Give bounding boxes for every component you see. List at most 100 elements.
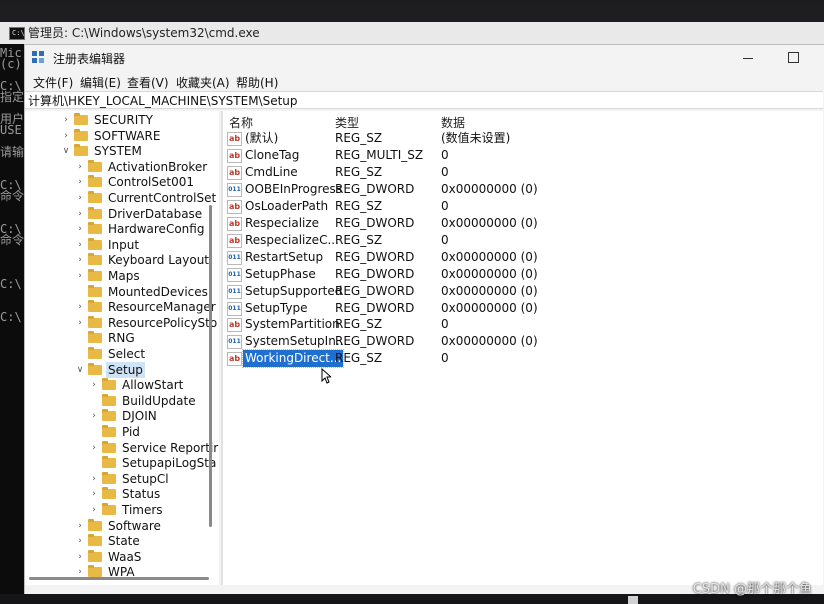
tree-item-label: ResourcePolicySto <box>108 315 218 330</box>
menu-view[interactable]: 查看(V) <box>127 74 169 91</box>
chevron-down-icon[interactable]: ∨ <box>61 143 71 159</box>
chevron-right-icon[interactable]: › <box>75 237 85 253</box>
chevron-right-icon[interactable]: › <box>89 408 99 424</box>
value-row[interactable]: ab SystemPartition REG_SZ 0 <box>223 316 823 333</box>
chevron-down-icon[interactable]: ∨ <box>75 362 85 378</box>
regedit-app-icon <box>32 51 45 64</box>
value-name: SetupType <box>245 300 308 315</box>
chevron-right-icon[interactable]: › <box>61 128 71 144</box>
menu-bar: 文件(F) 编辑(E) 查看(V) 收藏夹(A) 帮助(H) <box>25 71 824 91</box>
value-row[interactable]: ab CloneTag REG_MULTI_SZ 0 <box>223 147 823 164</box>
maximize-button[interactable] <box>777 45 811 71</box>
value-data: 0x00000000 (0) <box>441 283 538 298</box>
chevron-right-icon[interactable]: › <box>75 221 85 237</box>
folder-icon <box>88 565 102 578</box>
minimize-button[interactable] <box>731 45 765 71</box>
string-value-icon: ab <box>227 165 242 180</box>
chevron-right-icon[interactable]: › <box>89 502 99 518</box>
no-chevron <box>89 424 99 440</box>
value-row[interactable]: ab RespecializeC... REG_SZ 0 <box>223 232 823 249</box>
tree-horizontal-scrollbar[interactable] <box>29 577 209 580</box>
value-row[interactable]: 011 SystemSetupIn... REG_DWORD 0x00000000 (… <box>223 333 823 350</box>
address-bar[interactable]: 计算机\HKEY_LOCAL_MACHINE\SYSTEM\Setup <box>25 91 823 109</box>
value-row[interactable]: 011 SetupSupported REG_DWORD 0x00000000 (0) <box>223 283 823 300</box>
tree-item-label: Software <box>108 518 161 533</box>
no-chevron <box>75 346 85 362</box>
tree-item-label: Select <box>108 347 146 361</box>
chevron-right-icon[interactable]: › <box>89 440 99 456</box>
value-data: 0x00000000 (0) <box>441 266 538 281</box>
menu-edit[interactable]: 编辑(E) <box>80 74 121 91</box>
tree-item-label: Status <box>122 487 161 502</box>
tree-item-label: BuildUpdate <box>122 393 196 408</box>
chevron-right-icon[interactable]: › <box>89 377 99 393</box>
tree-item-label: ResourceManager <box>108 300 216 315</box>
menu-file[interactable]: 文件(F) <box>33 74 73 91</box>
folder-icon <box>74 113 88 125</box>
column-header-type[interactable]: 类型 <box>335 114 359 131</box>
tree-item-label: Input <box>108 237 140 252</box>
chevron-right-icon[interactable]: › <box>75 549 85 565</box>
values-list[interactable]: 名称 类型 数据 ab (默认) REG_SZ (数值未设置) ab CloneTag RE… <box>223 111 823 585</box>
cmd-line: 命令 <box>0 233 24 247</box>
value-row[interactable]: ab WorkingDirect... REG_SZ 0 <box>223 349 823 369</box>
stand-edge <box>628 596 638 604</box>
value-name: RespecializeC... <box>245 232 339 247</box>
no-chevron <box>75 284 85 300</box>
column-header-name[interactable]: 名称 <box>229 114 253 131</box>
value-type: REG_DWORD <box>335 249 415 264</box>
chevron-right-icon[interactable]: › <box>75 518 85 534</box>
regedit-titlebar[interactable]: 注册表编辑器 <box>25 45 824 71</box>
chevron-right-icon[interactable]: › <box>75 174 85 190</box>
chevron-right-icon[interactable]: › <box>89 471 99 487</box>
chevron-right-icon[interactable]: › <box>75 206 85 222</box>
tree-item-label: Service Reportir <box>122 440 219 455</box>
chevron-right-icon[interactable]: › <box>75 159 85 175</box>
cmd-line: (c) <box>0 57 22 71</box>
chevron-right-icon[interactable]: › <box>61 112 71 128</box>
value-name: RestartSetup <box>245 249 324 264</box>
string-value-icon: ab <box>227 199 242 214</box>
value-row[interactable]: 011 OOBEInProgress REG_DWORD 0x00000000 (0) <box>223 181 823 198</box>
key-tree[interactable]: › SECURITY › SOFTWARE ∨ SYSTEM › ActivationBrok… <box>25 111 219 585</box>
value-name: Respecialize <box>245 215 320 230</box>
column-header-data[interactable]: 数据 <box>441 114 465 131</box>
value-row[interactable]: ab Respecialize REG_DWORD 0x00000000 (0) <box>223 215 823 232</box>
cmd-line: 命令 <box>0 189 24 203</box>
chevron-right-icon[interactable]: › <box>75 268 85 284</box>
value-name: SystemSetupIn... <box>245 334 348 349</box>
value-row[interactable]: 011 RestartSetup REG_DWORD 0x00000000 (0) <box>223 249 823 266</box>
chevron-right-icon[interactable]: › <box>75 190 85 206</box>
folder-icon <box>88 300 102 313</box>
tree-item-label: ActivationBroker <box>108 159 208 174</box>
tree-vertical-scrollbar[interactable] <box>209 205 212 527</box>
value-name: CloneTag <box>245 147 300 162</box>
folder-icon <box>102 503 116 515</box>
chevron-right-icon[interactable]: › <box>75 533 85 549</box>
chevron-right-icon[interactable]: › <box>75 299 85 315</box>
value-row[interactable]: 011 SetupPhase REG_DWORD 0x00000000 (0) <box>223 266 823 283</box>
chevron-right-icon[interactable]: › <box>75 315 85 331</box>
folder-icon <box>88 175 102 188</box>
menu-help[interactable]: 帮助(H) <box>236 74 278 91</box>
cmd-line <box>0 290 24 301</box>
value-data: 0 <box>441 317 449 332</box>
chevron-right-icon[interactable]: › <box>75 252 85 268</box>
menu-favorites[interactable]: 收藏夹(A) <box>176 74 230 91</box>
value-data: 0x00000000 (0) <box>441 181 538 196</box>
regedit-window: 注册表编辑器 文件(F) 编辑(E) 查看(V) 收藏夹(A) 帮助(H) 计算… <box>24 44 824 596</box>
value-data: 0 <box>441 351 449 366</box>
value-row[interactable]: 011 SetupType REG_DWORD 0x00000000 (0) <box>223 300 823 317</box>
folder-icon <box>102 409 116 422</box>
value-row[interactable]: ab CmdLine REG_SZ 0 <box>223 164 823 181</box>
cmd-titlebar[interactable]: C:\ 管理员: C:\Windows\system32\cmd.exe <box>0 22 824 44</box>
tree-item-label: Setup <box>106 361 145 378</box>
folder-icon <box>88 253 102 266</box>
value-name: WorkingDirect... <box>241 349 345 369</box>
value-row[interactable]: ab OsLoaderPath REG_SZ 0 <box>223 198 823 215</box>
folder-icon <box>88 549 102 562</box>
value-row[interactable]: ab (默认) REG_SZ (数值未设置) <box>223 130 823 147</box>
cmd-line: C:\ <box>0 277 22 291</box>
chevron-right-icon[interactable]: › <box>89 486 99 502</box>
string-value-icon: ab <box>227 318 242 333</box>
